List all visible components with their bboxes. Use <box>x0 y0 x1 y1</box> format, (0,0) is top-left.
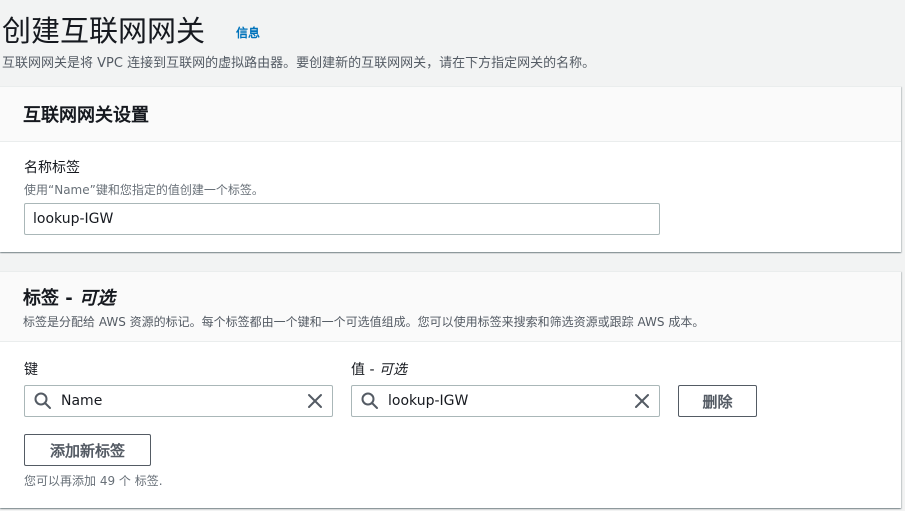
tags-description: 标签是分配给 AWS 资源的标记。每个标签都由一个键和一个可选值组成。您可以使用… <box>23 315 705 329</box>
tag-value-value: lookup-IGW <box>388 393 469 409</box>
tag-key-input[interactable]: Name <box>24 385 333 417</box>
name-tag-description: 使用“Name”键和您指定的值创建一个标签。 <box>24 183 264 197</box>
value-optional-label: 可选 <box>378 362 407 378</box>
name-tag-input[interactable]: lookup-IGW <box>24 203 660 235</box>
remaining-tags-text: 您可以再添加 49 个 标签. <box>24 474 163 488</box>
panel-header: 互联网网关设置 <box>0 87 901 142</box>
tags-title: 标签 - <box>23 288 73 309</box>
info-link[interactable]: 信息 <box>236 24 260 41</box>
tag-value-input[interactable]: lookup-IGW <box>351 385 660 417</box>
gateway-settings-panel: 互联网网关设置 名称标签 使用“Name”键和您指定的值创建一个标签。 look… <box>0 86 901 252</box>
page-description: 互联网网关是将 VPC 连接到互联网的虚拟路由器。要创建新的互联网网关，请在下方… <box>2 56 596 71</box>
page-title: 创建互联网网关 <box>2 14 206 48</box>
panel-title: 标签 - 可选 <box>23 284 878 310</box>
search-icon <box>361 392 378 409</box>
panel-header: 标签 - 可选 标签是分配给 AWS 资源的标记。每个标签都由一个键和一个可选值… <box>0 272 901 342</box>
panel-title: 互联网网关设置 <box>23 105 149 126</box>
remove-tag-button[interactable]: 删除 <box>678 385 757 417</box>
name-tag-label: 名称标签 <box>24 160 80 176</box>
add-tag-button[interactable]: 添加新标签 <box>24 434 151 466</box>
close-icon[interactable] <box>306 392 324 410</box>
value-label: 值 - 可选 <box>351 359 407 379</box>
optional-label: 可选 <box>79 288 116 309</box>
value-label-text: 值 - <box>351 362 375 378</box>
search-icon <box>34 392 51 409</box>
tags-panel: 标签 - 可选 标签是分配给 AWS 资源的标记。每个标签都由一个键和一个可选值… <box>0 271 901 508</box>
tag-key-value: Name <box>61 393 103 409</box>
close-icon[interactable] <box>633 392 651 410</box>
key-label: 键 <box>24 362 38 378</box>
